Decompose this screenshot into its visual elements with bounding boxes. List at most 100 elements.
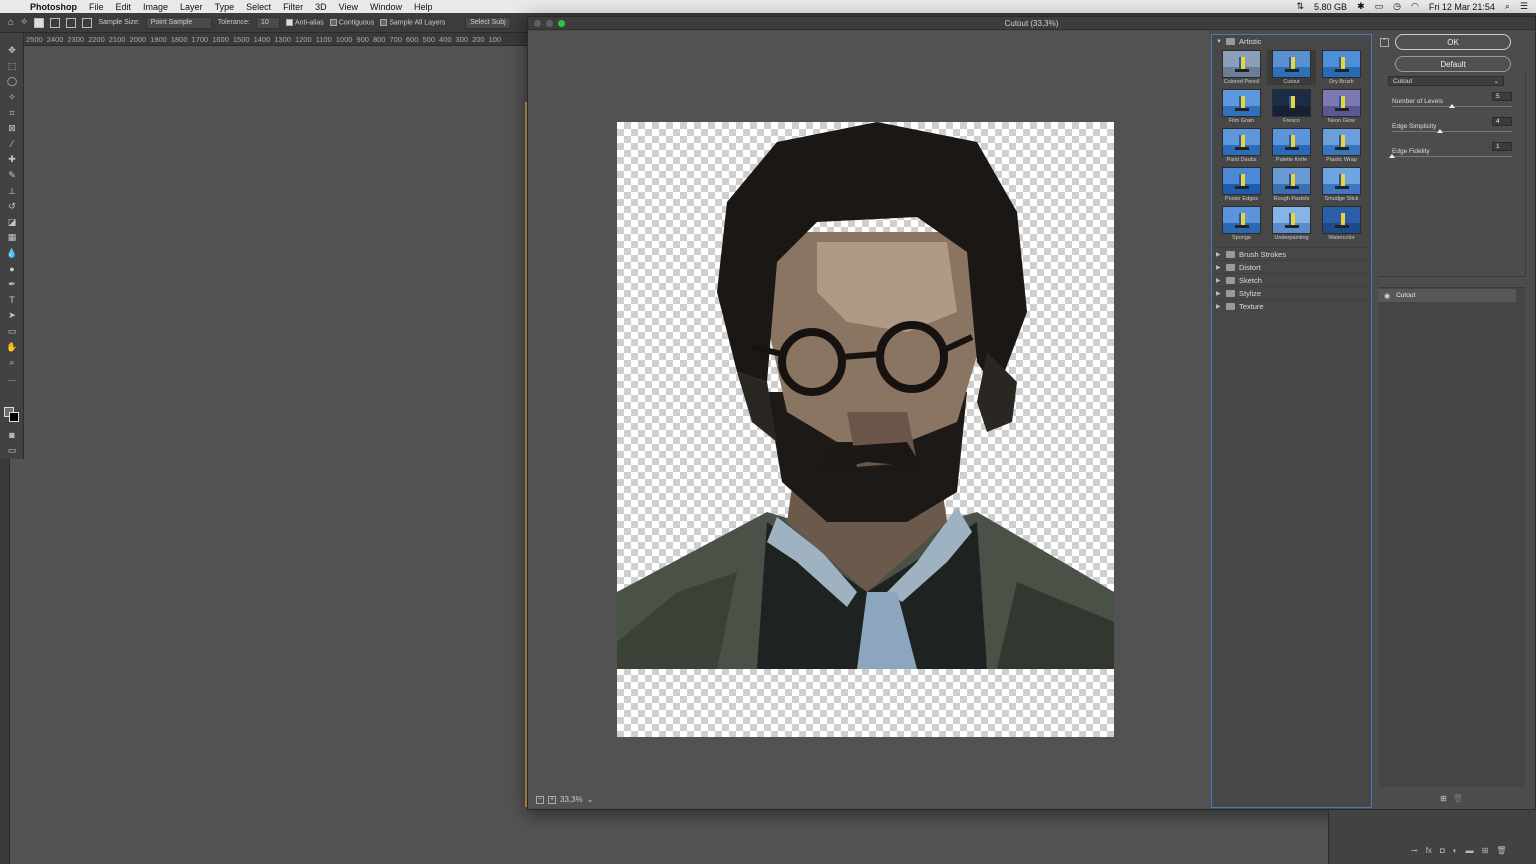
eraser-tool-icon[interactable]: ◪ — [0, 215, 24, 231]
parameter-slider-track[interactable] — [1392, 156, 1512, 157]
category-row[interactable]: ▶ Sketch — [1212, 273, 1371, 286]
search-icon[interactable]: ⌕ — [1505, 1, 1510, 12]
sync-icon[interactable]: ⇅ — [1296, 1, 1304, 12]
parameter-slider-track[interactable] — [1392, 131, 1512, 132]
filter-thumb[interactable]: Poster Edges — [1217, 167, 1266, 202]
history-brush-icon[interactable]: ↺ — [0, 199, 24, 215]
dodge-tool-icon[interactable]: ● — [0, 261, 24, 277]
filter-thumb[interactable]: Palette Knife — [1267, 128, 1316, 163]
filter-thumb[interactable]: Colored Pencil — [1217, 50, 1266, 85]
category-row[interactable]: ▶ Stylize — [1212, 286, 1371, 299]
bluetooth-icon[interactable]: ✱ — [1357, 1, 1365, 12]
fx-icon[interactable]: fx — [1426, 846, 1432, 855]
delete-effect-layer-icon[interactable]: 🗑 — [1453, 794, 1463, 803]
wifi-icon[interactable]: ◠ — [1411, 1, 1419, 12]
filter-thumb[interactable]: Rough Pastels — [1267, 167, 1316, 202]
parameter-slider-knob[interactable] — [1389, 154, 1395, 158]
zoom-level[interactable]: 33,3% — [560, 795, 583, 804]
time-machine-icon[interactable]: ◷ — [1393, 1, 1401, 12]
zoom-out-button[interactable]: − — [536, 795, 544, 804]
menu-help[interactable]: Help — [414, 2, 433, 12]
new-selection-icon[interactable] — [34, 17, 45, 28]
filter-thumb[interactable]: Cutout — [1267, 50, 1316, 85]
magic-wand-tool-icon[interactable]: ✧ — [20, 17, 28, 28]
filter-thumb[interactable]: Fresco — [1267, 89, 1316, 124]
menu-window[interactable]: Window — [370, 2, 402, 12]
anti-alias-checkbox[interactable]: Anti-alias — [285, 18, 324, 26]
home-icon[interactable]: ⌂ — [8, 17, 14, 28]
path-selection-icon[interactable]: ➤ — [0, 308, 24, 324]
link-layers-icon[interactable]: ⊸ — [1411, 846, 1418, 855]
new-layer-icon[interactable]: ⊞ — [1482, 846, 1489, 855]
rectangle-tool-icon[interactable]: ▭ — [0, 324, 24, 340]
add-mask-icon[interactable]: ◘ — [1440, 846, 1445, 855]
preview-canvas[interactable] — [617, 122, 1114, 737]
sample-size-select[interactable]: Point Sample — [145, 16, 212, 29]
quick-mask-icon[interactable]: ◙ — [0, 427, 24, 443]
menu-layer[interactable]: Layer — [180, 2, 203, 12]
clock[interactable]: Fri 12 Mar 21:54 — [1429, 2, 1495, 12]
menu-3d[interactable]: 3D — [315, 2, 327, 12]
pen-tool-icon[interactable]: ✒ — [0, 277, 24, 293]
menu-file[interactable]: File — [89, 2, 104, 12]
category-row[interactable]: ▶ Texture — [1212, 299, 1371, 312]
healing-brush-icon[interactable]: ✚ — [0, 152, 24, 168]
filter-select[interactable]: Cutout ⌄ — [1388, 76, 1504, 86]
menu-select[interactable]: Select — [246, 2, 271, 12]
battery-icon[interactable]: ▭ — [1375, 1, 1384, 12]
parameter-value-input[interactable]: 5 — [1492, 92, 1512, 101]
lasso-tool-icon[interactable]: ◯ — [0, 74, 24, 90]
dialog-title-bar[interactable]: Cutout (33,3%) — [528, 17, 1535, 30]
brush-tool-icon[interactable]: ✎ — [0, 168, 24, 184]
filter-thumb[interactable]: Neon Glow — [1317, 89, 1366, 124]
app-menu[interactable]: Photoshop — [30, 2, 77, 12]
zoom-tool-icon[interactable]: ⌕ — [0, 355, 24, 371]
menu-filter[interactable]: Filter — [283, 2, 303, 12]
marquee-tool-icon[interactable]: ⬚ — [0, 59, 24, 75]
move-tool-icon[interactable]: ✥ — [0, 43, 24, 59]
clone-stamp-icon[interactable]: ⊥ — [0, 183, 24, 199]
adjustment-layer-icon[interactable]: ◐ — [1453, 846, 1458, 855]
filter-thumb[interactable]: Plastic Wrap — [1317, 128, 1366, 163]
eyedropper-tool-icon[interactable]: ⁄ — [0, 137, 24, 153]
eye-icon[interactable]: ◉ — [1384, 292, 1390, 300]
preview-area[interactable]: − + 33,3% ⌄ — [528, 31, 1210, 808]
parameter-slider-knob[interactable] — [1449, 104, 1455, 108]
zoom-window-icon[interactable] — [558, 20, 565, 27]
parameter-value-input[interactable]: 1 — [1492, 142, 1512, 151]
zoom-in-button[interactable]: + — [548, 795, 556, 804]
frame-tool-icon[interactable]: ⊠ — [0, 121, 24, 137]
tolerance-input[interactable]: 10 — [255, 16, 280, 29]
background-color-swatch[interactable] — [9, 412, 19, 422]
group-icon[interactable]: ▬ — [1466, 846, 1474, 855]
menu-view[interactable]: View — [339, 2, 358, 12]
intersect-selection-icon[interactable] — [82, 17, 93, 28]
menu-image[interactable]: Image — [143, 2, 168, 12]
default-button[interactable]: Default — [1395, 56, 1511, 72]
filter-thumb[interactable]: Dry Brush — [1317, 50, 1366, 85]
close-window-icon[interactable] — [534, 20, 541, 27]
blur-tool-icon[interactable]: 💧 — [0, 246, 24, 262]
menu-type[interactable]: Type — [215, 2, 235, 12]
parameter-slider-knob[interactable] — [1437, 129, 1443, 133]
category-row[interactable]: ▶ Distort — [1212, 260, 1371, 273]
category-row[interactable]: ▶ Brush Strokes — [1212, 247, 1371, 260]
hand-tool-icon[interactable]: ✋ — [0, 339, 24, 355]
gradient-tool-icon[interactable]: ▦ — [0, 230, 24, 246]
filter-thumb[interactable]: Paint Daubs — [1217, 128, 1266, 163]
select-subject-button[interactable]: Select Subj — [465, 16, 511, 29]
category-artistic[interactable]: ▼ Artistic — [1212, 35, 1371, 48]
toolbar-grip[interactable] — [0, 33, 23, 43]
trash-icon[interactable]: 🗑 — [1496, 846, 1506, 855]
filter-thumb[interactable]: Sponge — [1217, 206, 1266, 241]
contiguous-checkbox[interactable]: Contiguous — [329, 18, 374, 26]
parameter-value-input[interactable]: 4 — [1492, 117, 1512, 126]
control-center-icon[interactable]: ☰ — [1520, 1, 1528, 12]
minimize-window-icon[interactable] — [546, 20, 553, 27]
filter-thumb[interactable]: Smudge Stick — [1317, 167, 1366, 202]
menu-edit[interactable]: Edit — [116, 2, 132, 12]
effect-layer-row[interactable]: ◉ Cutout — [1378, 289, 1516, 302]
ok-button[interactable]: OK — [1395, 34, 1511, 50]
memory-indicator[interactable]: 5.80 GB — [1314, 2, 1347, 12]
screen-mode-icon[interactable]: ▭ — [0, 443, 24, 459]
